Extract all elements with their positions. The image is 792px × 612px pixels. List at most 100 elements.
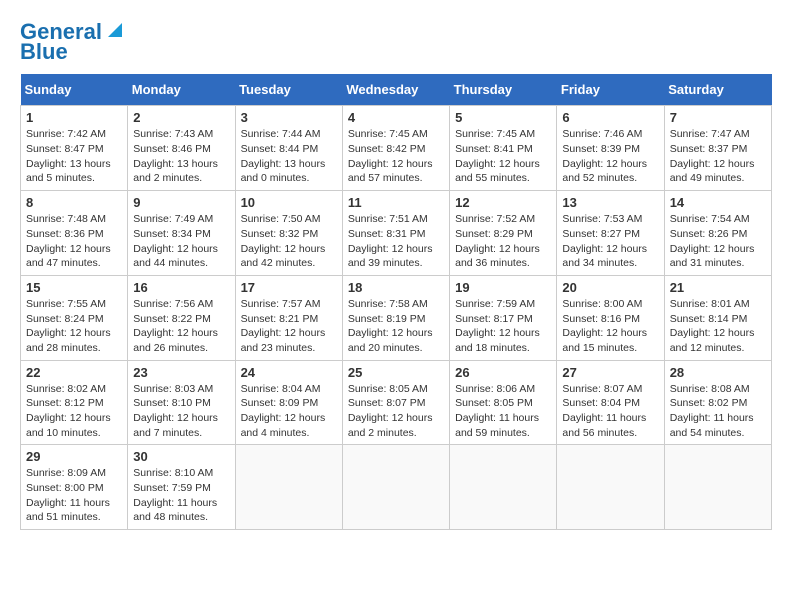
day-detail: Sunrise: 7:42 AM Sunset: 8:47 PM Dayligh… — [26, 127, 122, 186]
table-row: 12 Sunrise: 7:52 AM Sunset: 8:29 PM Dayl… — [450, 191, 557, 276]
table-row: 9 Sunrise: 7:49 AM Sunset: 8:34 PM Dayli… — [128, 191, 235, 276]
table-row: 2 Sunrise: 7:43 AM Sunset: 8:46 PM Dayli… — [128, 106, 235, 191]
day-detail: Sunrise: 7:43 AM Sunset: 8:46 PM Dayligh… — [133, 127, 229, 186]
col-friday: Friday — [557, 74, 664, 106]
table-row: 20 Sunrise: 8:00 AM Sunset: 8:16 PM Dayl… — [557, 275, 664, 360]
table-row: 29 Sunrise: 8:09 AM Sunset: 8:00 PM Dayl… — [21, 445, 128, 530]
day-number: 23 — [133, 365, 229, 380]
day-detail: Sunrise: 7:45 AM Sunset: 8:42 PM Dayligh… — [348, 127, 444, 186]
logo-blue-text: Blue — [20, 40, 68, 64]
day-number: 29 — [26, 449, 122, 464]
day-detail: Sunrise: 7:46 AM Sunset: 8:39 PM Dayligh… — [562, 127, 658, 186]
day-detail: Sunrise: 8:06 AM Sunset: 8:05 PM Dayligh… — [455, 382, 551, 441]
logo-icon — [104, 19, 126, 41]
day-detail: Sunrise: 7:54 AM Sunset: 8:26 PM Dayligh… — [670, 212, 766, 271]
day-number: 7 — [670, 110, 766, 125]
day-number: 21 — [670, 280, 766, 295]
table-row: 15 Sunrise: 7:55 AM Sunset: 8:24 PM Dayl… — [21, 275, 128, 360]
day-number: 25 — [348, 365, 444, 380]
table-row: 7 Sunrise: 7:47 AM Sunset: 8:37 PM Dayli… — [664, 106, 771, 191]
table-row: 14 Sunrise: 7:54 AM Sunset: 8:26 PM Dayl… — [664, 191, 771, 276]
calendar-row: 22 Sunrise: 8:02 AM Sunset: 8:12 PM Dayl… — [21, 360, 772, 445]
table-row: 25 Sunrise: 8:05 AM Sunset: 8:07 PM Dayl… — [342, 360, 449, 445]
day-number: 11 — [348, 195, 444, 210]
table-row: 11 Sunrise: 7:51 AM Sunset: 8:31 PM Dayl… — [342, 191, 449, 276]
day-detail: Sunrise: 7:58 AM Sunset: 8:19 PM Dayligh… — [348, 297, 444, 356]
day-number: 20 — [562, 280, 658, 295]
day-detail: Sunrise: 8:09 AM Sunset: 8:00 PM Dayligh… — [26, 466, 122, 525]
day-detail: Sunrise: 8:00 AM Sunset: 8:16 PM Dayligh… — [562, 297, 658, 356]
day-number: 6 — [562, 110, 658, 125]
table-row — [664, 445, 771, 530]
day-number: 2 — [133, 110, 229, 125]
col-wednesday: Wednesday — [342, 74, 449, 106]
day-detail: Sunrise: 8:08 AM Sunset: 8:02 PM Dayligh… — [670, 382, 766, 441]
table-row: 8 Sunrise: 7:48 AM Sunset: 8:36 PM Dayli… — [21, 191, 128, 276]
header-row: Sunday Monday Tuesday Wednesday Thursday… — [21, 74, 772, 106]
table-row: 3 Sunrise: 7:44 AM Sunset: 8:44 PM Dayli… — [235, 106, 342, 191]
table-row: 10 Sunrise: 7:50 AM Sunset: 8:32 PM Dayl… — [235, 191, 342, 276]
day-number: 24 — [241, 365, 337, 380]
logo: General Blue — [20, 20, 126, 64]
day-number: 12 — [455, 195, 551, 210]
day-detail: Sunrise: 7:53 AM Sunset: 8:27 PM Dayligh… — [562, 212, 658, 271]
day-detail: Sunrise: 8:07 AM Sunset: 8:04 PM Dayligh… — [562, 382, 658, 441]
day-number: 27 — [562, 365, 658, 380]
day-detail: Sunrise: 8:02 AM Sunset: 8:12 PM Dayligh… — [26, 382, 122, 441]
day-number: 17 — [241, 280, 337, 295]
day-number: 28 — [670, 365, 766, 380]
day-detail: Sunrise: 7:48 AM Sunset: 8:36 PM Dayligh… — [26, 212, 122, 271]
day-detail: Sunrise: 7:56 AM Sunset: 8:22 PM Dayligh… — [133, 297, 229, 356]
table-row: 17 Sunrise: 7:57 AM Sunset: 8:21 PM Dayl… — [235, 275, 342, 360]
day-detail: Sunrise: 8:04 AM Sunset: 8:09 PM Dayligh… — [241, 382, 337, 441]
day-number: 18 — [348, 280, 444, 295]
table-row: 28 Sunrise: 8:08 AM Sunset: 8:02 PM Dayl… — [664, 360, 771, 445]
table-row: 23 Sunrise: 8:03 AM Sunset: 8:10 PM Dayl… — [128, 360, 235, 445]
table-row — [557, 445, 664, 530]
col-monday: Monday — [128, 74, 235, 106]
day-detail: Sunrise: 7:55 AM Sunset: 8:24 PM Dayligh… — [26, 297, 122, 356]
day-number: 26 — [455, 365, 551, 380]
day-number: 30 — [133, 449, 229, 464]
table-row: 26 Sunrise: 8:06 AM Sunset: 8:05 PM Dayl… — [450, 360, 557, 445]
day-detail: Sunrise: 8:03 AM Sunset: 8:10 PM Dayligh… — [133, 382, 229, 441]
calendar-row: 8 Sunrise: 7:48 AM Sunset: 8:36 PM Dayli… — [21, 191, 772, 276]
table-row: 30 Sunrise: 8:10 AM Sunset: 7:59 PM Dayl… — [128, 445, 235, 530]
day-number: 3 — [241, 110, 337, 125]
day-number: 9 — [133, 195, 229, 210]
col-thursday: Thursday — [450, 74, 557, 106]
day-detail: Sunrise: 7:47 AM Sunset: 8:37 PM Dayligh… — [670, 127, 766, 186]
day-number: 5 — [455, 110, 551, 125]
day-detail: Sunrise: 8:10 AM Sunset: 7:59 PM Dayligh… — [133, 466, 229, 525]
table-row: 1 Sunrise: 7:42 AM Sunset: 8:47 PM Dayli… — [21, 106, 128, 191]
day-number: 8 — [26, 195, 122, 210]
day-detail: Sunrise: 7:51 AM Sunset: 8:31 PM Dayligh… — [348, 212, 444, 271]
table-row — [235, 445, 342, 530]
page-header: General Blue — [20, 20, 772, 64]
day-detail: Sunrise: 8:05 AM Sunset: 8:07 PM Dayligh… — [348, 382, 444, 441]
calendar-row: 15 Sunrise: 7:55 AM Sunset: 8:24 PM Dayl… — [21, 275, 772, 360]
day-detail: Sunrise: 7:57 AM Sunset: 8:21 PM Dayligh… — [241, 297, 337, 356]
col-sunday: Sunday — [21, 74, 128, 106]
table-row: 27 Sunrise: 8:07 AM Sunset: 8:04 PM Dayl… — [557, 360, 664, 445]
day-detail: Sunrise: 7:45 AM Sunset: 8:41 PM Dayligh… — [455, 127, 551, 186]
day-number: 4 — [348, 110, 444, 125]
table-row — [450, 445, 557, 530]
table-row: 4 Sunrise: 7:45 AM Sunset: 8:42 PM Dayli… — [342, 106, 449, 191]
calendar-row: 29 Sunrise: 8:09 AM Sunset: 8:00 PM Dayl… — [21, 445, 772, 530]
col-tuesday: Tuesday — [235, 74, 342, 106]
calendar-table: Sunday Monday Tuesday Wednesday Thursday… — [20, 74, 772, 530]
day-number: 15 — [26, 280, 122, 295]
day-detail: Sunrise: 7:50 AM Sunset: 8:32 PM Dayligh… — [241, 212, 337, 271]
table-row: 13 Sunrise: 7:53 AM Sunset: 8:27 PM Dayl… — [557, 191, 664, 276]
table-row: 18 Sunrise: 7:58 AM Sunset: 8:19 PM Dayl… — [342, 275, 449, 360]
day-detail: Sunrise: 8:01 AM Sunset: 8:14 PM Dayligh… — [670, 297, 766, 356]
day-number: 16 — [133, 280, 229, 295]
calendar-row: 1 Sunrise: 7:42 AM Sunset: 8:47 PM Dayli… — [21, 106, 772, 191]
table-row: 24 Sunrise: 8:04 AM Sunset: 8:09 PM Dayl… — [235, 360, 342, 445]
day-number: 22 — [26, 365, 122, 380]
day-number: 14 — [670, 195, 766, 210]
table-row: 22 Sunrise: 8:02 AM Sunset: 8:12 PM Dayl… — [21, 360, 128, 445]
day-detail: Sunrise: 7:52 AM Sunset: 8:29 PM Dayligh… — [455, 212, 551, 271]
table-row: 5 Sunrise: 7:45 AM Sunset: 8:41 PM Dayli… — [450, 106, 557, 191]
